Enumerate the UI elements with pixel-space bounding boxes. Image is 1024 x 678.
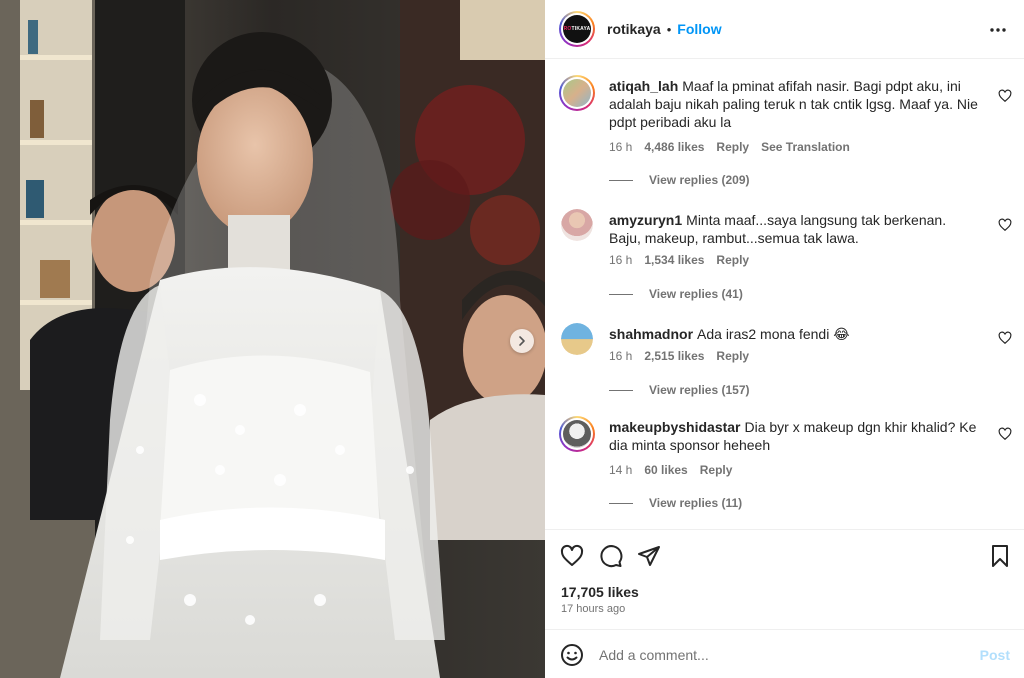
comment-like-heart-icon[interactable] [998, 218, 1012, 232]
commenter-avatar[interactable] [559, 416, 595, 452]
comment-text: amyzuryn1 Minta maaf...saya langsung tak … [609, 211, 979, 247]
follow-button[interactable]: Follow [677, 21, 721, 37]
smiley-icon[interactable] [560, 643, 584, 667]
chevron-right-icon [519, 336, 525, 346]
comments-list: atiqah_lah Maaf la pminat afifah nasir. B… [545, 59, 1024, 529]
view-replies-button[interactable]: View replies (157) [609, 383, 750, 397]
commenter-avatar[interactable] [559, 75, 595, 111]
comment-likes[interactable]: 60 likes [644, 463, 687, 477]
comment-meta: 14 h 60 likes Reply [609, 463, 732, 477]
comment-text: makeupbyshidastar Dia byr x makeup dgn kh… [609, 418, 979, 454]
comment-time: 14 h [609, 463, 633, 477]
view-replies-button[interactable]: View replies (209) [609, 173, 750, 187]
commenter-avatar[interactable] [561, 209, 593, 241]
brand-logo: RO TIKAYA [563, 15, 591, 43]
post-likes-count[interactable]: 17,705 likes [561, 584, 639, 600]
view-replies-button[interactable]: View replies (11) [609, 496, 742, 510]
reply-button[interactable]: Reply [700, 463, 733, 477]
comment-time: 16 h [609, 349, 633, 363]
post-comment-button[interactable]: Post [980, 647, 1010, 663]
separator-dot: • [666, 21, 672, 37]
more-options-button[interactable] [986, 18, 1010, 42]
comment-like-heart-icon[interactable] [998, 427, 1012, 441]
commenter-username[interactable]: shahmadnor [609, 326, 693, 342]
comment-text: shahmadnor Ada iras2 mona fendi 😂 [609, 325, 979, 343]
add-comment-input[interactable] [599, 645, 959, 665]
comment-likes[interactable]: 1,534 likes [644, 253, 704, 267]
comment-meta: 16 h 4,486 likes Reply See Translation [609, 140, 850, 154]
see-translation-button[interactable]: See Translation [761, 140, 850, 154]
post-photo [0, 0, 545, 678]
reply-button[interactable]: Reply [716, 349, 749, 363]
commenter-avatar[interactable] [561, 323, 593, 355]
post-actions: 17,705 likes 17 hours ago [545, 529, 1024, 629]
comment-body: Ada iras2 mona fendi 😂 [697, 326, 850, 342]
reply-button[interactable]: Reply [716, 253, 749, 267]
post-timestamp[interactable]: 17 hours ago [561, 603, 625, 615]
comment-likes[interactable]: 2,515 likes [644, 349, 704, 363]
comment-composer: Post [545, 629, 1024, 678]
bridal-photo-illustration [0, 0, 545, 678]
comment-likes[interactable]: 4,486 likes [644, 140, 704, 154]
paper-plane-icon[interactable] [637, 544, 661, 568]
comment-time: 16 h [609, 140, 633, 154]
bookmark-icon[interactable] [988, 544, 1012, 568]
more-horizontal-icon [990, 28, 1006, 32]
post-side-panel: RO TIKAYA rotikaya • Follow atiqah_lah Maa… [545, 0, 1024, 678]
comment-meta: 16 h 1,534 likes Reply [609, 253, 749, 267]
comment-like-heart-icon[interactable] [998, 89, 1012, 103]
author-avatar[interactable]: RO TIKAYA [559, 11, 595, 47]
commenter-username[interactable]: atiqah_lah [609, 78, 678, 94]
comment-like-heart-icon[interactable] [998, 331, 1012, 345]
reply-button[interactable]: Reply [716, 140, 749, 154]
comment-text: atiqah_lah Maaf la pminat afifah nasir. B… [609, 77, 979, 131]
commenter-username[interactable]: makeupbyshidastar [609, 419, 741, 435]
comment-bubble-icon[interactable] [599, 544, 623, 568]
comment-meta: 16 h 2,515 likes Reply [609, 349, 749, 363]
comment-time: 16 h [609, 253, 633, 267]
commenter-username[interactable]: amyzuryn1 [609, 212, 682, 228]
post-header: RO TIKAYA rotikaya • Follow [545, 0, 1024, 59]
heart-icon[interactable] [560, 544, 584, 568]
view-replies-button[interactable]: View replies (41) [609, 287, 743, 301]
carousel-next-button[interactable] [510, 329, 534, 353]
author-username[interactable]: rotikaya [607, 21, 661, 37]
